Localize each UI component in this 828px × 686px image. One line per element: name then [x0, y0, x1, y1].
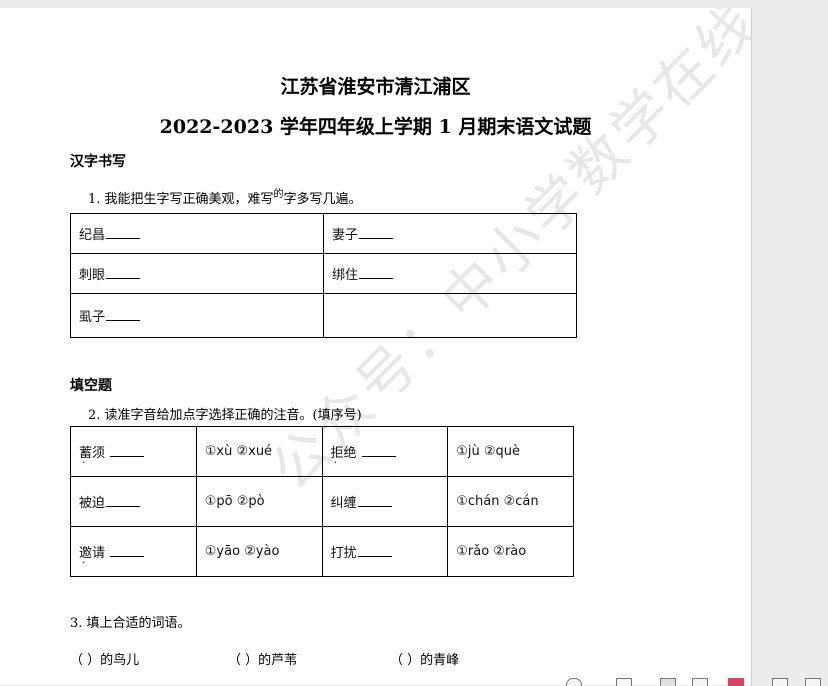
page-title-line1: 江苏省淮安市清江浦区 — [280, 76, 471, 98]
table-row: 虱子 — [70, 293, 577, 338]
word-label: 打扰 — [330, 546, 357, 561]
word-label: 纪昌 — [79, 228, 106, 243]
table-cell[interactable]: 打扰 — [321, 526, 449, 577]
writing-table: 纪昌 妻子 刺眼 绑住 虱子 — [70, 213, 577, 338]
emphasis-dot-icon: · — [82, 556, 86, 569]
pinyin-options: ①pō ②pò — [195, 476, 323, 527]
word-label: 刺眼 — [79, 268, 106, 283]
fill-item[interactable]: （ ）的青峰 — [390, 649, 459, 668]
table-row: 纪昌 妻子 — [70, 213, 577, 254]
fill-item[interactable]: （ ）的芦苇 — [228, 649, 297, 668]
word-label: 蓄须 · — [79, 446, 106, 469]
table-cell[interactable]: 拒绝 · — [321, 426, 449, 477]
word-label: 绑住 — [332, 268, 359, 283]
answer-blank[interactable] — [106, 494, 141, 507]
pinyin-table: 蓄须 · ①xù ②xué 拒绝 · ①jù ②què 被迫 ①pō ②pò 纠缠 … — [70, 426, 574, 577]
question-1-text: 1. 我能把生字写正确美观，难写的字多写几遍。 — [88, 188, 362, 207]
question-2-text: 2. 读准字音给加点字选择正确的注音。(填序号) — [88, 408, 362, 423]
pinyin-options: ①yāo ②yào — [195, 526, 323, 577]
word-label: 纠缠 — [330, 496, 357, 511]
table-cell[interactable]: 邀请 · — [70, 526, 197, 577]
table-row: 蓄须 · ①xù ②xué 拒绝 · ①jù ②què — [70, 426, 574, 477]
pinyin-options: ①jù ②què — [447, 426, 574, 477]
word-label: 拒绝 · — [330, 446, 357, 469]
table-cell[interactable]: 妻子 — [323, 213, 577, 254]
table-cell-empty — [323, 293, 577, 338]
answer-blank[interactable] — [361, 444, 396, 457]
question-1-small-char: 的 — [273, 189, 284, 200]
answer-blank[interactable] — [106, 226, 141, 239]
section-heading-writing: 汉字书写 — [70, 154, 126, 170]
page-title-line2: 2022-2023 学年四年级上学期 1 月期末语文试题 — [159, 116, 592, 138]
table-cell[interactable]: 刺眼 — [70, 253, 324, 294]
pinyin-options: ①chán ②cán — [447, 476, 574, 527]
table-cell[interactable]: 虱子 — [70, 293, 324, 338]
answer-blank[interactable] — [110, 444, 145, 457]
question-3-text: 3. 填上合适的词语。 — [70, 616, 191, 631]
answer-blank[interactable] — [359, 266, 394, 279]
word-label: 妻子 — [332, 228, 359, 243]
fill-item[interactable]: （ ）的鸟儿 — [70, 649, 139, 668]
table-cell[interactable]: 被迫 — [70, 476, 197, 527]
pinyin-options: ①rǎo ②rào — [447, 526, 574, 577]
table-cell[interactable]: 绑住 — [323, 253, 577, 294]
section-heading-fill: 填空题 — [70, 378, 112, 394]
table-cell[interactable]: 蓄须 · — [70, 426, 197, 477]
table-cell[interactable]: 纠缠 — [321, 476, 449, 527]
table-row: 被迫 ①pō ②pò 纠缠 ①chán ②cán — [70, 476, 574, 527]
answer-blank[interactable] — [359, 226, 394, 239]
word-label: 虱子 — [79, 310, 106, 325]
answer-blank[interactable] — [110, 544, 145, 557]
table-row: 邀请 · ①yāo ②yào 打扰 ①rǎo ②rào — [70, 526, 574, 577]
emphasis-dot-icon: · — [333, 456, 338, 469]
answer-blank[interactable] — [357, 544, 392, 557]
question-1-prefix: 1. 我能把生字写正确美观，难写 — [88, 192, 274, 207]
table-row: 刺眼 绑住 — [70, 253, 577, 294]
answer-blank[interactable] — [106, 308, 141, 321]
word-label: 被迫 — [79, 496, 106, 511]
emphasis-dot-icon: · — [82, 456, 86, 469]
answer-blank[interactable] — [357, 494, 392, 507]
table-cell[interactable]: 纪昌 — [70, 213, 324, 254]
pinyin-options: ①xù ②xué — [195, 426, 323, 477]
question-1-suffix: 字多写几遍。 — [283, 192, 362, 207]
word-label: 邀请 · — [79, 546, 106, 569]
document-page: 公众号：中小学数学在线 江苏省淮安市清江浦区 2022-2023 学年四年级上学… — [0, 8, 752, 685]
answer-blank[interactable] — [106, 266, 141, 279]
